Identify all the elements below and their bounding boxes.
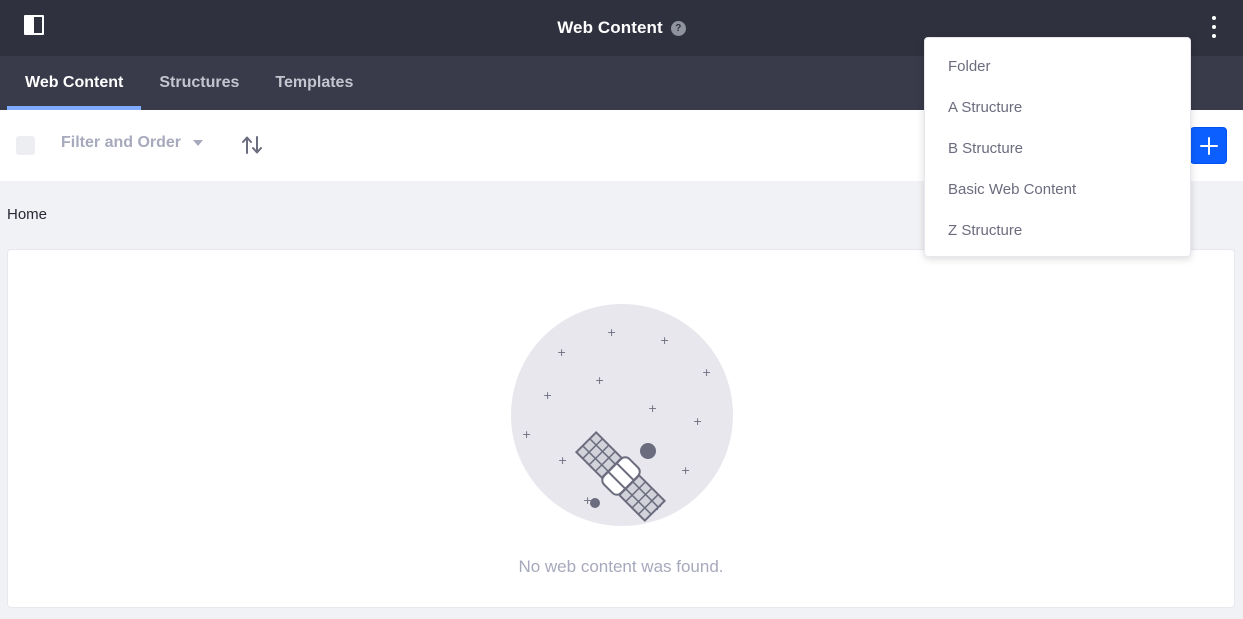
- caret-down-icon: [193, 140, 204, 146]
- svg-text:+: +: [702, 366, 711, 379]
- menu-item-folder[interactable]: Folder: [925, 46, 1190, 87]
- plus-icon: [1199, 136, 1218, 155]
- menu-item-a-structure[interactable]: A Structure: [925, 87, 1190, 128]
- svg-text:+: +: [681, 464, 690, 477]
- svg-text:+: +: [522, 428, 531, 441]
- empty-state-card: + + + + + + + + + + + + +: [7, 249, 1235, 608]
- kebab-dot: [1212, 34, 1216, 38]
- sort-icon[interactable]: [241, 134, 263, 156]
- svg-text:+: +: [557, 346, 566, 359]
- panel-toggle-icon[interactable]: [24, 15, 44, 35]
- satellite-icon: + + + + + + + + + + + + +: [511, 304, 733, 526]
- menu-item-z-structure[interactable]: Z Structure: [925, 210, 1190, 251]
- svg-text:+: +: [660, 334, 669, 347]
- add-dropdown-menu: Folder A Structure B Structure Basic Web…: [924, 37, 1191, 257]
- tab-web-content[interactable]: Web Content: [7, 56, 142, 110]
- kebab-dot: [1212, 25, 1216, 29]
- menu-item-b-structure[interactable]: B Structure: [925, 128, 1190, 169]
- empty-state-message: No web content was found.: [518, 557, 724, 576]
- svg-text:+: +: [648, 402, 657, 415]
- breadcrumb-home[interactable]: Home: [7, 206, 47, 223]
- filter-and-order-label: Filter and Order: [61, 134, 182, 151]
- tab-structures[interactable]: Structures: [141, 56, 257, 110]
- select-all-checkbox[interactable]: [16, 136, 35, 155]
- svg-text:+: +: [607, 326, 616, 339]
- svg-text:+: +: [558, 454, 567, 467]
- menu-item-basic-web-content[interactable]: Basic Web Content: [925, 169, 1190, 210]
- svg-text:+: +: [543, 389, 552, 402]
- filter-and-order-button[interactable]: Filter and Order: [61, 134, 204, 152]
- help-icon[interactable]: ?: [670, 20, 686, 36]
- page-title: Web Content: [557, 18, 663, 37]
- svg-text:+: +: [595, 374, 604, 387]
- kebab-icon[interactable]: [1211, 16, 1217, 38]
- svg-text:+: +: [693, 415, 702, 428]
- tab-templates[interactable]: Templates: [257, 56, 371, 110]
- kebab-dot: [1212, 16, 1216, 20]
- add-button[interactable]: [1190, 127, 1227, 164]
